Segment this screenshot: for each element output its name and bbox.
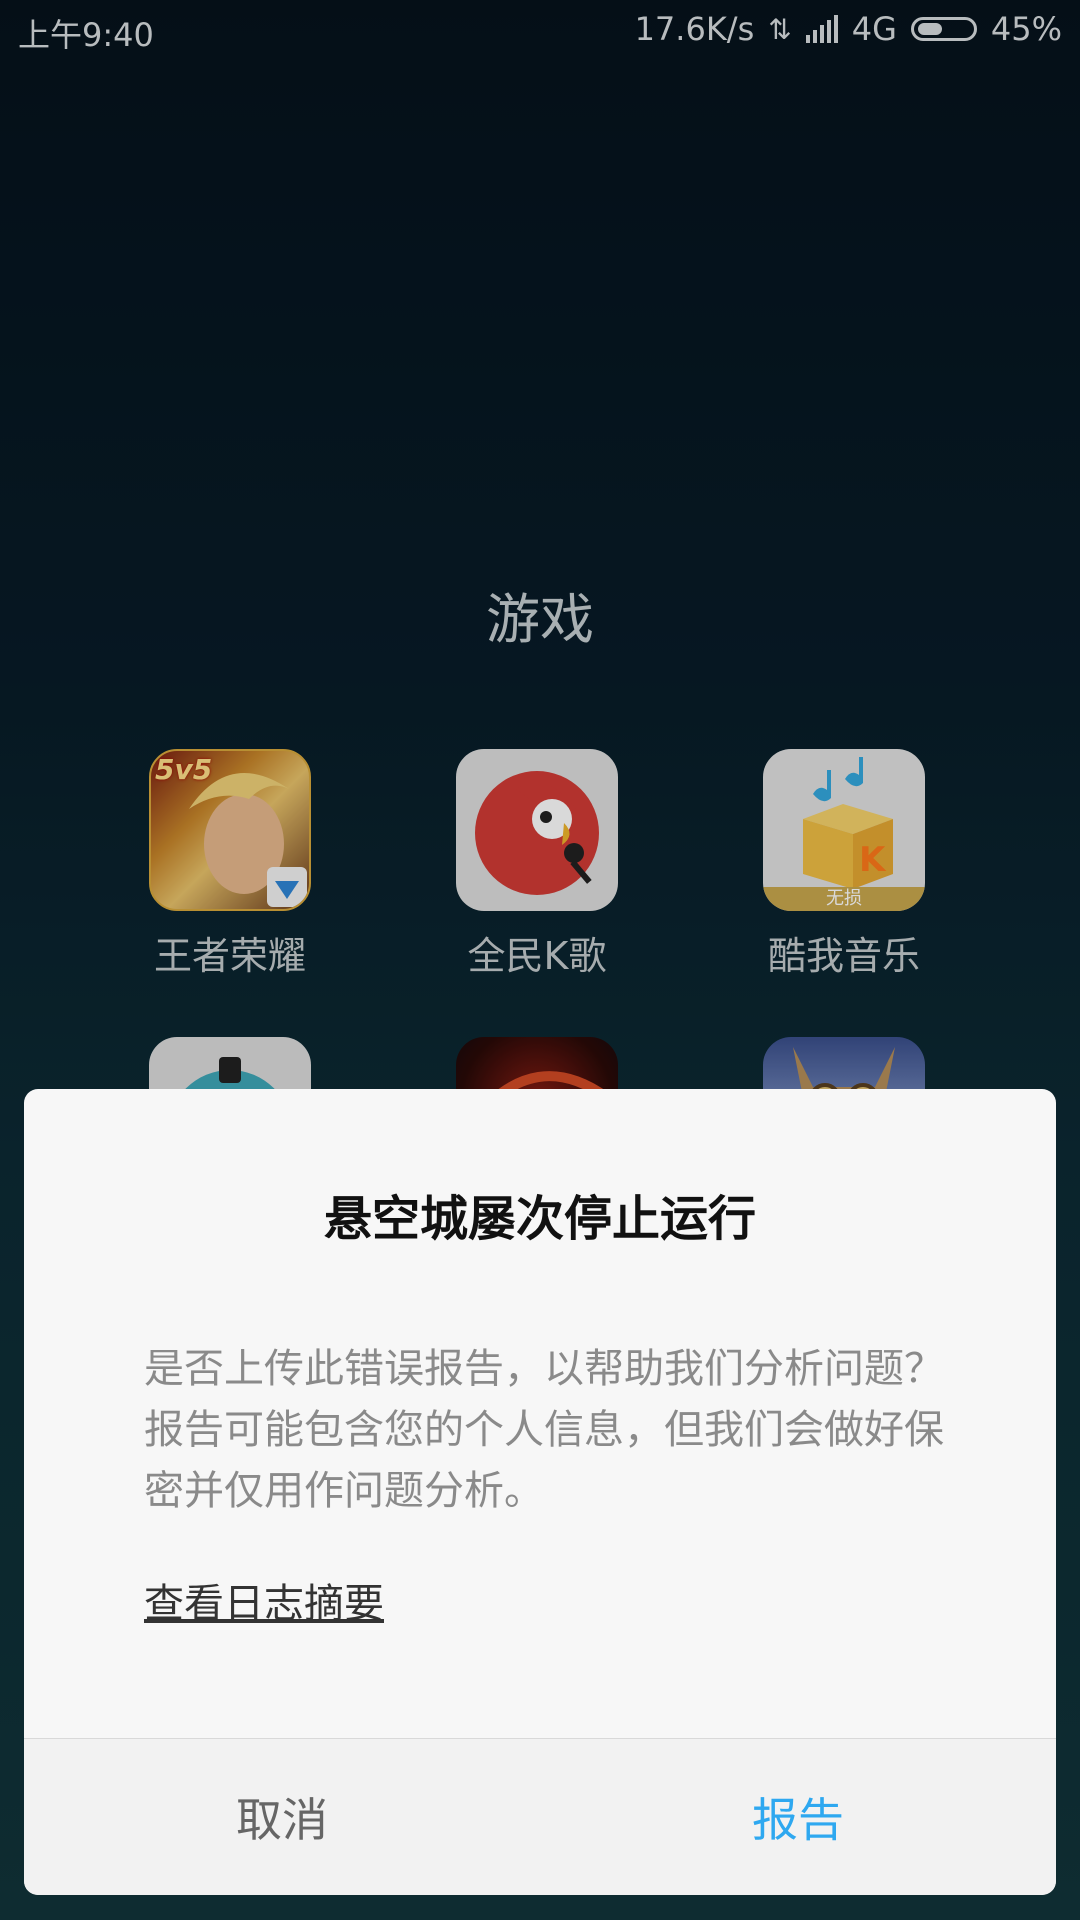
crash-dialog: 悬空城屡次停止运行 是否上传此错误报告，以帮助我们分析问题？报告可能包含您的个人… [24, 1089, 1056, 1895]
dialog-title: 悬空城屡次停止运行 [323, 1191, 756, 1247]
dialog-footer: 取消 报告 [24, 1738, 1056, 1895]
cancel-button[interactable]: 取消 [24, 1739, 540, 1895]
dialog-message: 是否上传此错误报告，以帮助我们分析问题？报告可能包含您的个人信息，但我们会做好保… [144, 1346, 944, 1514]
view-log-summary-link[interactable]: 查看日志摘要 [144, 1571, 384, 1629]
report-button[interactable]: 报告 [540, 1739, 1056, 1895]
